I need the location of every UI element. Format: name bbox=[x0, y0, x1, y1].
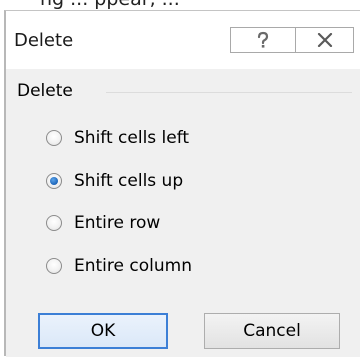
close-button[interactable] bbox=[296, 27, 354, 53]
option-entire-row[interactable]: Entire row bbox=[46, 209, 160, 237]
radio-entire-row[interactable] bbox=[46, 215, 62, 231]
background-text: ng ... ppear, ... bbox=[40, 0, 180, 10]
radio-entire-column[interactable] bbox=[46, 258, 62, 274]
option-shift-cells-up[interactable]: Shift cells up bbox=[46, 167, 183, 195]
dialog-title: Delete bbox=[14, 30, 74, 51]
option-shift-cells-left[interactable]: Shift cells left bbox=[46, 124, 189, 152]
help-button[interactable] bbox=[230, 27, 296, 53]
option-label: Entire column bbox=[74, 256, 192, 276]
group-divider bbox=[106, 92, 352, 93]
option-label: Shift cells up bbox=[74, 171, 184, 191]
close-icon bbox=[317, 33, 332, 47]
option-label: Entire row bbox=[74, 213, 161, 233]
option-label: Shift cells left bbox=[74, 128, 190, 148]
ok-button[interactable]: OK bbox=[38, 313, 168, 349]
group-label: Delete bbox=[17, 81, 73, 101]
radio-shift-cells-up[interactable] bbox=[46, 173, 62, 189]
help-icon bbox=[257, 31, 269, 48]
radio-shift-cells-left[interactable] bbox=[46, 130, 62, 146]
cancel-button[interactable]: Cancel bbox=[204, 313, 340, 349]
dialog-client-area: Delete Shift cells left Shift cells up E… bbox=[6, 69, 360, 357]
dialog-titlebar[interactable]: Delete bbox=[6, 11, 360, 69]
radio-selected-dot bbox=[50, 177, 58, 185]
option-entire-column[interactable]: Entire column bbox=[46, 252, 192, 280]
delete-dialog: Delete Delete Shift cells left Shift cel… bbox=[4, 10, 360, 357]
